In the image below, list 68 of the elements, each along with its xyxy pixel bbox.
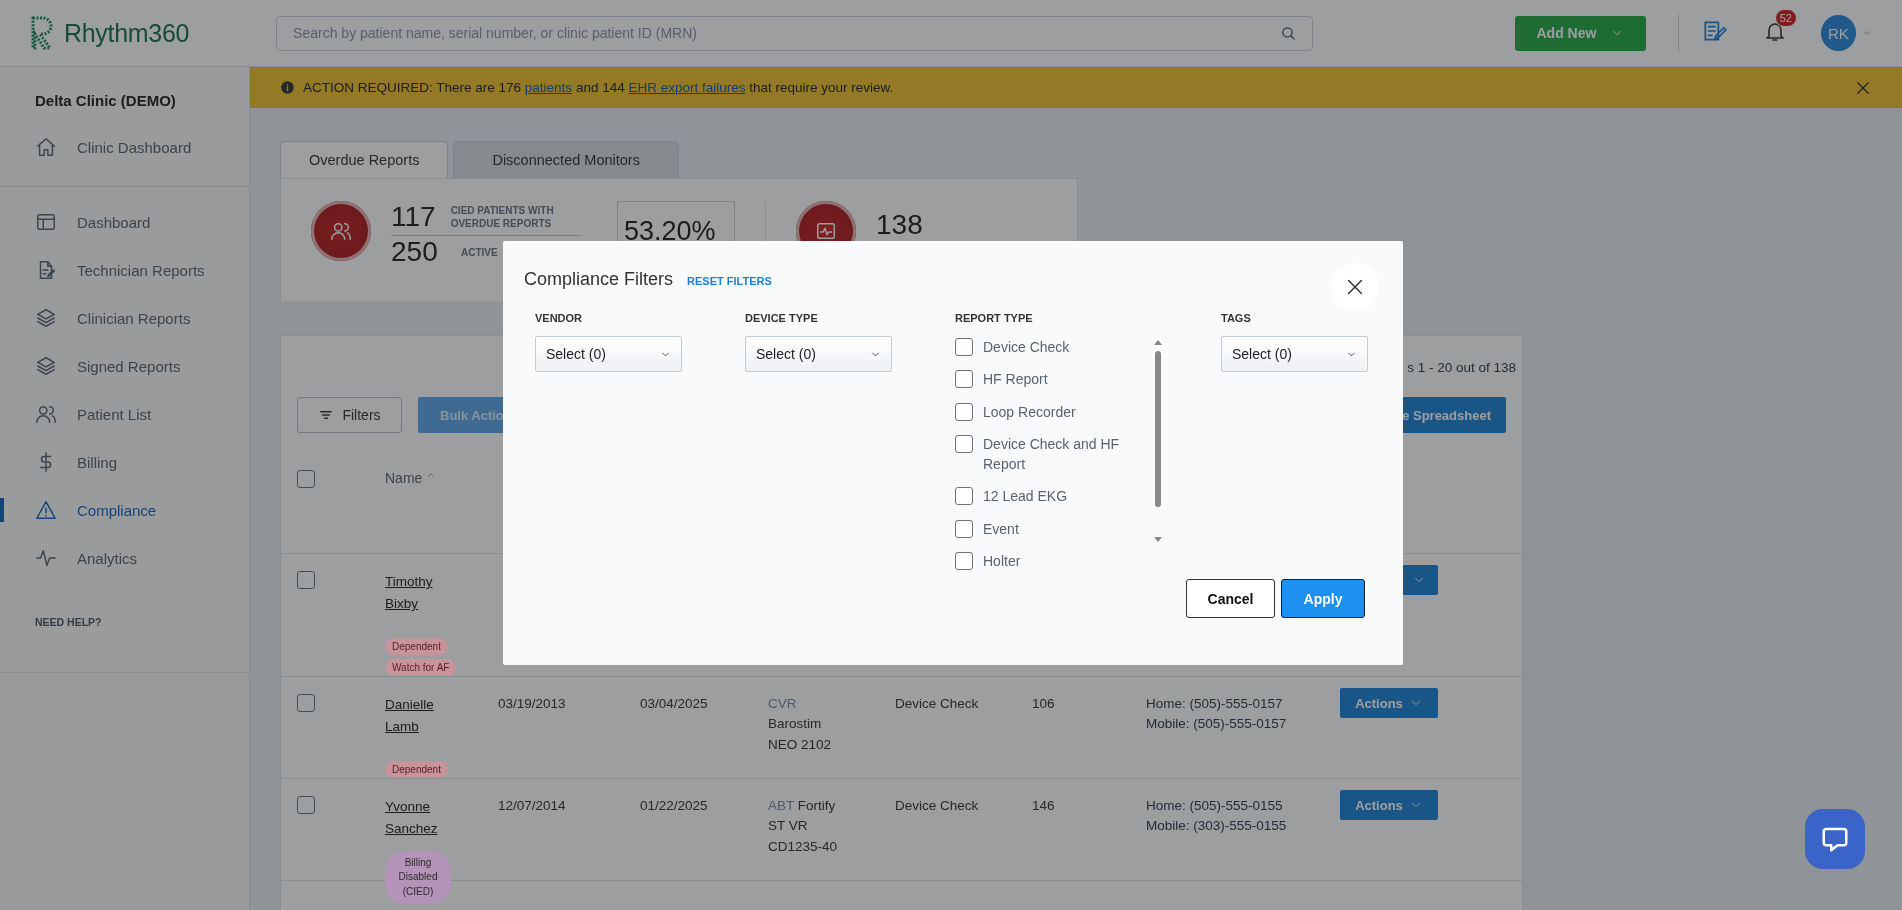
checkbox-label: Event [983, 519, 1019, 539]
sidebar-item[interactable]: Clinic Dashboard [0, 123, 249, 171]
stat-value: 250 [391, 236, 439, 268]
banner-link[interactable]: EHR export failures [628, 80, 746, 95]
table-cell: 01/22/2025 [640, 798, 708, 813]
tab[interactable]: Disconnected Monitors [453, 141, 679, 178]
checkbox-label: HF Report [983, 370, 1048, 390]
phone-number: Home: (505)-555-0155 [1146, 797, 1284, 815]
phone-number: Mobile: (303)-555-0155 [1146, 817, 1288, 836]
add-new-button[interactable]: Add New [1515, 15, 1646, 51]
stat-value: 138 [876, 209, 923, 241]
apply-button[interactable]: Apply [1281, 579, 1365, 619]
notification-badge: 52 [1774, 9, 1797, 27]
sidebar-item[interactable]: Technician Reports [0, 246, 249, 294]
filter-label: VENDOR [535, 312, 584, 326]
checkbox-label: Loop Recorder [983, 402, 1076, 422]
column-header[interactable]: Name [385, 470, 498, 553]
banner-link[interactable]: patients [524, 80, 573, 95]
phone-number: Mobile: (505)-555-0157 [1146, 715, 1288, 734]
sidebar-item[interactable]: Dashboard [0, 198, 249, 246]
sidebar-item[interactable]: Patient List [0, 390, 249, 438]
filter-label: REPORT TYPE [955, 312, 1034, 326]
patient-tag: Dependent [385, 637, 448, 655]
table-cell: 03/19/2013 [498, 696, 566, 711]
help-heading: NEED HELP? [34, 615, 103, 630]
sidebar-item[interactable]: Clinician Reports [0, 294, 249, 342]
actions-button[interactable]: Actions [1340, 688, 1438, 718]
paging-text: s 1 - 20 out of 138 [1407, 360, 1516, 376]
tags-select[interactable]: Select (0) [1221, 336, 1368, 372]
sidebar-item[interactable]: Compliance [0, 486, 249, 534]
table-cell: Device Check [895, 798, 979, 813]
filter-label: DEVICE TYPE [745, 312, 819, 326]
filters-button[interactable]: Filters [297, 397, 402, 433]
patient-tag: Watch for AF [385, 658, 457, 676]
sidebar-item[interactable]: Signed Reports [0, 342, 249, 390]
table-cell: 146 [1032, 798, 1055, 813]
tab[interactable]: Overdue Reports [280, 141, 449, 178]
device-cell-text: ABT Fortify ST VR CD1235-40 [768, 797, 839, 856]
table-cell: 03/04/2025 [640, 696, 708, 711]
checkbox-label: Device Check and HF Report [983, 434, 1121, 475]
patient-tag: Billing Disabled (CIED) [385, 850, 451, 905]
device-type-select[interactable]: Select (0) [745, 336, 892, 372]
stat-label: ACTIVE [461, 245, 498, 259]
search-field[interactable]: Search by patient name, serial number, or clinic patient ID (MRN) [276, 15, 1314, 51]
table-cell: 106 [1032, 696, 1055, 711]
phone-number: Home: (505)-555-0157 [1146, 695, 1284, 713]
filter-label: TAGS [1221, 312, 1252, 326]
sidebar-item[interactable]: Analytics [0, 534, 249, 582]
actions-button[interactable]: Actions [1340, 790, 1438, 820]
device-cell-text: CVR Barostim NEO 2102 [768, 695, 833, 754]
table-cell: Device Check [895, 696, 979, 711]
patient-name-link[interactable]: Danielle Lamb [385, 694, 447, 739]
stat-value: 117 [391, 201, 436, 233]
table-cell: 12/07/2014 [498, 798, 566, 813]
stat-label: CIED PATIENTS WITH OVERDUE REPORTS [450, 204, 555, 230]
brand-name: Rhythm360 [64, 18, 190, 48]
user-avatar[interactable]: RK [1820, 15, 1856, 51]
checkbox-label: 12 Lead EKG [983, 487, 1068, 507]
patient-tag: Dependent [385, 760, 448, 778]
banner-message: ACTION REQUIRED: There are 176 patients and 144 EHR export failures that require your review. [303, 80, 895, 95]
cancel-button[interactable]: Cancel [1186, 579, 1275, 619]
patient-name-link[interactable]: Yvonne Sanchez [385, 796, 447, 841]
checkbox-label: Device Check [983, 338, 1070, 357]
clinic-name: Delta Clinic (DEMO) [34, 91, 177, 111]
sidebar-item[interactable]: Billing [0, 438, 249, 486]
patient-name-link[interactable]: Timothy Bixby [385, 571, 447, 616]
vendor-select[interactable]: Select (0) [535, 336, 682, 372]
checkbox-label: Holter [983, 552, 1021, 572]
